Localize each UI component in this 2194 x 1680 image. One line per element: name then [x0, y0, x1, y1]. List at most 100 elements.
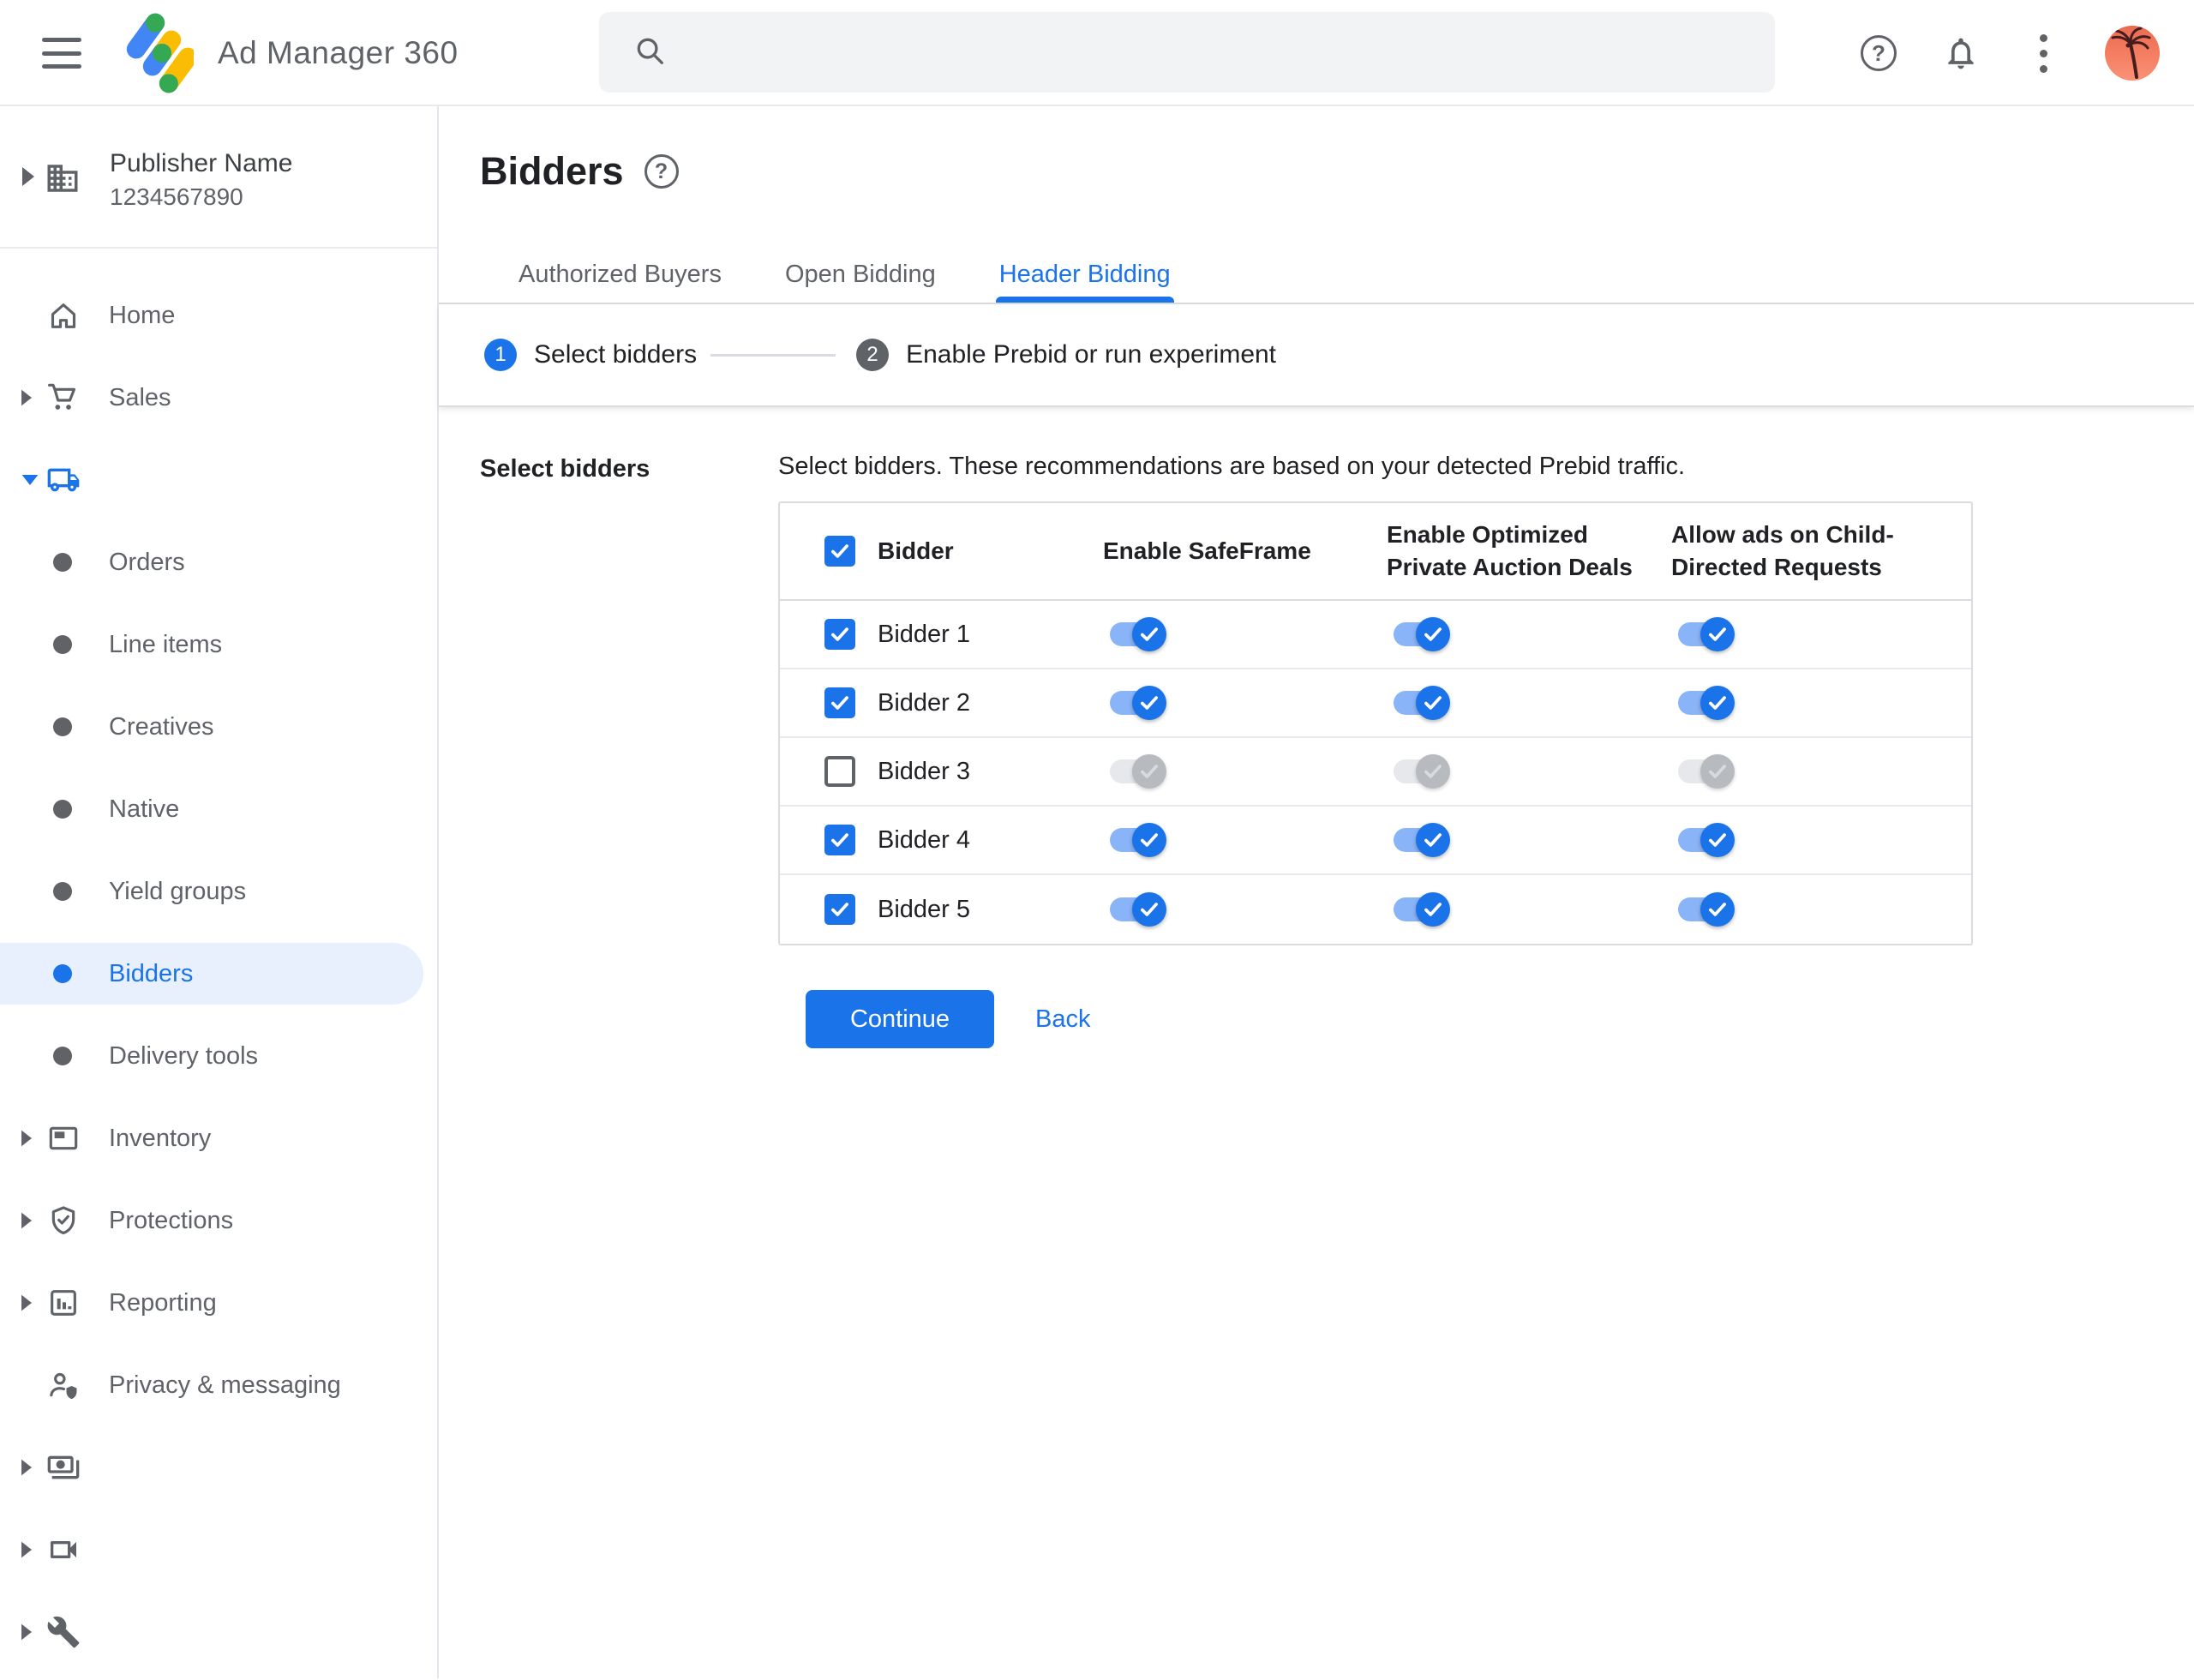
publisher-id: 1234567890 — [110, 183, 243, 210]
allow-ads-on-child-directed-requests-toggle[interactable] — [1678, 686, 1735, 720]
allow-ads-on-child-directed-requests-toggle[interactable] — [1678, 823, 1735, 857]
sidebar-item-delivery[interactable]: Delivery — [0, 439, 437, 521]
step-label: Select bidders — [534, 340, 698, 369]
continue-button[interactable]: Continue — [806, 990, 994, 1048]
avatar[interactable] — [2105, 26, 2160, 81]
step-2[interactable]: 2 Enable Prebid or run experiment — [856, 339, 1276, 371]
sidebar-item-yield-groups[interactable]: Yield groups — [0, 850, 437, 933]
cart-icon — [46, 381, 81, 415]
publisher-switcher[interactable]: Publisher Name 1234567890 — [0, 106, 437, 249]
chevron-right-icon — [21, 1623, 32, 1641]
sidebar-item-admin[interactable]: Admin — [0, 1591, 437, 1673]
bullet-icon — [53, 553, 72, 572]
chevron-right-icon — [22, 167, 34, 186]
home-icon — [46, 298, 81, 333]
shield-icon — [46, 1203, 81, 1238]
row-checkbox[interactable] — [824, 619, 855, 650]
bidder-name: Bidder 2 — [878, 688, 971, 717]
page-title: Bidders — [480, 149, 624, 193]
step-label: Enable Prebid or run experiment — [906, 340, 1277, 369]
page-title-help-icon[interactable]: ? — [644, 154, 679, 189]
billing-icon: Billing — [46, 1450, 81, 1485]
allow-ads-on-child-directed-requests-toggle[interactable] — [1678, 617, 1735, 651]
enable-safeframe-toggle[interactable] — [1110, 754, 1166, 789]
section-description: Select bidders. These recommendations ar… — [778, 453, 1686, 480]
row-checkbox[interactable] — [824, 756, 855, 787]
row-checkbox[interactable] — [824, 894, 855, 925]
sidebar-item-label: Video — [51, 1541, 76, 1558]
enable-safeframe-toggle[interactable] — [1110, 686, 1166, 720]
sidebar-item-sales[interactable]: Sales — [0, 357, 437, 439]
allow-ads-on-child-directed-requests-toggle[interactable] — [1678, 754, 1735, 789]
column-header: Allow ads on Child-Directed Requests — [1671, 521, 1894, 580]
chart-icon — [46, 1286, 81, 1320]
sidebar-item-delivery-tools[interactable]: Delivery tools — [0, 1015, 437, 1097]
sidebar-item-label: Protections — [109, 1206, 234, 1234]
more-vertical-icon[interactable] — [2023, 33, 2064, 74]
top-app-bar: Ad Manager 360 ? — [0, 0, 2194, 106]
table-row: Bidder 2 — [780, 669, 1971, 738]
sidebar-item-label: Privacy & messaging — [109, 1371, 341, 1399]
sidebar-item-label: Native — [109, 795, 180, 823]
bidder-name: Bidder 3 — [878, 757, 971, 785]
bidder-name: Bidder 1 — [878, 620, 971, 648]
bidders-table: Bidder Enable SafeFrame Enable Optimized P… — [778, 501, 1973, 945]
table-row: Bidder 3 — [780, 738, 1971, 807]
sidebar-item-line-items[interactable]: Line items — [0, 603, 437, 686]
back-button[interactable]: Back — [1035, 1005, 1090, 1034]
chevron-right-icon — [21, 1459, 32, 1476]
allow-ads-on-child-directed-requests-toggle[interactable] — [1678, 892, 1735, 927]
search-bar[interactable] — [599, 12, 1775, 93]
tab-authorized-buyers[interactable]: Authorized Buyers — [515, 243, 725, 303]
help-icon[interactable]: ? — [1858, 33, 1899, 74]
sidebar-item-privacy-messaging[interactable]: Privacy & messaging — [0, 1344, 437, 1426]
column-header: Bidder — [878, 537, 954, 564]
enable-optimized-private-auction-deals-toggle[interactable] — [1394, 754, 1450, 789]
search-icon — [633, 34, 666, 71]
enable-safeframe-toggle[interactable] — [1110, 823, 1166, 857]
bullet-icon — [53, 882, 72, 901]
inventory-icon — [46, 1121, 81, 1155]
privacy-icon — [46, 1368, 81, 1402]
row-checkbox[interactable] — [824, 687, 855, 718]
chevron-right-icon — [21, 1130, 32, 1147]
ad-manager-logo-icon — [125, 10, 198, 100]
sidebar-item-creatives[interactable]: Creatives — [0, 686, 437, 768]
bullet-icon — [53, 1047, 72, 1065]
chevron-right-icon — [21, 1294, 32, 1311]
step-connector — [710, 353, 836, 357]
sidebar-item-protections[interactable]: Protections — [0, 1179, 437, 1262]
sidebar-item-label: Inventory — [109, 1124, 212, 1152]
column-header: Enable SafeFrame — [1103, 537, 1311, 564]
step-number-badge: 1 — [484, 339, 517, 371]
sidebar-item-label: Delivery tools — [109, 1041, 259, 1070]
enable-safeframe-toggle[interactable] — [1110, 617, 1166, 651]
tab-header-bidding[interactable]: Header Bidding — [995, 243, 1174, 303]
sidebar-item-home[interactable]: Home — [0, 274, 437, 357]
search-input[interactable] — [690, 38, 1718, 67]
sidebar-item-inventory[interactable]: Inventory — [0, 1097, 437, 1179]
enable-safeframe-toggle[interactable] — [1110, 892, 1166, 927]
menu-icon[interactable] — [42, 38, 81, 69]
sidebar-item-label: Line items — [109, 630, 223, 658]
step-1[interactable]: 1 Select bidders — [484, 339, 697, 371]
bidder-name: Bidder 4 — [878, 825, 971, 854]
enable-optimized-private-auction-deals-toggle[interactable] — [1394, 823, 1450, 857]
sidebar-item-label: Bidders — [109, 959, 194, 987]
sidebar-item-video[interactable]: Video — [0, 1509, 437, 1591]
enable-optimized-private-auction-deals-toggle[interactable] — [1394, 892, 1450, 927]
row-checkbox[interactable] — [824, 825, 855, 855]
sidebar-item-label: Delivery — [47, 468, 80, 492]
enable-optimized-private-auction-deals-toggle[interactable] — [1394, 686, 1450, 720]
tab-open-bidding[interactable]: Open Bidding — [782, 243, 939, 303]
enable-optimized-private-auction-deals-toggle[interactable] — [1394, 617, 1450, 651]
sidebar-item-native[interactable]: Native — [0, 768, 437, 850]
sidebar-item-orders[interactable]: Orders — [0, 521, 437, 603]
sidebar-item-reporting[interactable]: Reporting — [0, 1262, 437, 1344]
chevron-down-icon — [21, 475, 39, 485]
tab-bar: Authorized Buyers Open Bidding Header Bidd… — [439, 243, 2194, 304]
select-all-checkbox[interactable] — [824, 536, 855, 567]
sidebar-item-bidders[interactable]: Bidders — [0, 933, 437, 1015]
sidebar-item-billing[interactable]: Billing — [0, 1426, 437, 1509]
notifications-bell-icon[interactable] — [1940, 33, 1981, 74]
